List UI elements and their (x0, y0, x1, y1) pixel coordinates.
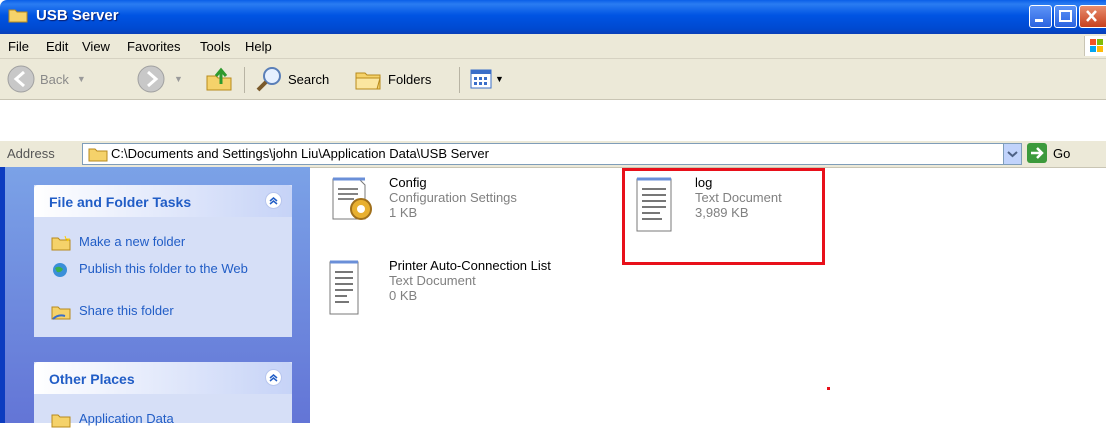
window-border (0, 167, 5, 423)
maximize-icon (1059, 10, 1072, 22)
folder-icon (88, 148, 108, 162)
views-button[interactable]: ▼ (469, 59, 504, 99)
views-dropdown-icon: ▼ (495, 74, 504, 84)
menu-view[interactable]: View (82, 39, 110, 54)
address-bar: Address C:\Documents and Settings\john L… (0, 140, 1106, 168)
search-button[interactable]: Search (254, 59, 329, 99)
file-type: Configuration Settings (389, 190, 517, 205)
file-type: Text Document (389, 273, 476, 288)
new-folder-icon (51, 235, 71, 251)
file-name: Printer Auto-Connection List (389, 258, 551, 273)
file-item-config[interactable]: Config Configuration Settings 1 KB (327, 175, 517, 223)
config-settings-icon (332, 177, 372, 220)
text-document-icon (329, 260, 359, 315)
menu-favorites[interactable]: Favorites (127, 39, 180, 54)
file-item-printer-list[interactable]: Printer Auto-Connection List Text Docume… (327, 258, 551, 316)
close-button[interactable] (1079, 5, 1106, 28)
menu-file[interactable]: File (8, 39, 29, 54)
address-input[interactable]: C:\Documents and Settings\john Liu\Appli… (82, 143, 1022, 165)
publish-folder-link[interactable]: Publish this folder to the Web (51, 262, 271, 278)
file-folder-tasks-panel: File and Folder Tasks Make a new folder … (34, 185, 292, 337)
minimize-button[interactable] (1029, 5, 1052, 28)
up-folder-button[interactable] (204, 59, 234, 99)
back-dropdown-icon[interactable]: ▼ (77, 74, 86, 84)
forward-arrow-icon (137, 65, 165, 93)
up-folder-icon (206, 67, 232, 91)
address-label: Address (7, 146, 55, 161)
menu-help[interactable]: Help (245, 39, 272, 54)
menu-edit[interactable]: Edit (46, 39, 68, 54)
annotation-dot (827, 387, 830, 390)
chevron-down-icon (1007, 151, 1018, 158)
highlight-box (622, 168, 825, 265)
other-places-panel: Other Places Application Data (34, 362, 292, 428)
share-folder-icon (51, 306, 71, 320)
application-data-link[interactable]: Application Data (51, 412, 174, 428)
folders-label: Folders (388, 71, 432, 87)
toolbar: Back ▼ ▼ Search Folders ▼ (0, 59, 1106, 100)
back-arrow-icon (7, 65, 35, 93)
address-dropdown-button[interactable] (1003, 144, 1021, 164)
panel-title: Other Places (49, 371, 135, 387)
search-icon (256, 67, 281, 92)
panel-title: File and Folder Tasks (49, 194, 192, 210)
folders-button[interactable]: Folders (353, 59, 431, 99)
forward-button[interactable]: ▼ (136, 59, 183, 99)
folder-icon (51, 414, 71, 428)
menu-tools[interactable]: Tools (200, 39, 230, 54)
back-label: Back (40, 71, 69, 87)
toolbar-separator (459, 67, 460, 93)
panel-header[interactable]: Other Places (34, 362, 292, 394)
globe-icon (53, 263, 67, 277)
folder-icon (8, 9, 28, 23)
close-icon (1086, 10, 1097, 22)
go-arrow-icon (1027, 143, 1047, 163)
minimize-icon (1035, 19, 1043, 22)
file-size: 1 KB (389, 205, 418, 220)
share-folder-link[interactable]: Share this folder (51, 304, 174, 320)
go-button[interactable]: Go (1027, 143, 1070, 163)
windows-logo-icon (1084, 36, 1106, 56)
collapse-chevron-icon[interactable] (265, 192, 282, 209)
file-name: Config (389, 175, 427, 190)
folders-icon (355, 72, 381, 90)
file-info: Config Configuration Settings 1 KB (389, 175, 517, 223)
back-button[interactable]: Back ▼ (6, 59, 86, 99)
menu-bar: File Edit View Favorites Tools Help (0, 34, 1106, 59)
collapse-chevron-icon[interactable] (265, 369, 282, 386)
window-title: USB Server (36, 7, 119, 24)
toolbar-separator (244, 67, 245, 93)
maximize-button[interactable] (1054, 5, 1077, 28)
file-size: 0 KB (389, 288, 418, 303)
search-label: Search (288, 71, 330, 87)
title-bar: USB Server (0, 0, 1106, 34)
panel-header[interactable]: File and Folder Tasks (34, 185, 292, 217)
go-label: Go (1053, 145, 1071, 161)
forward-dropdown-icon[interactable]: ▼ (174, 74, 183, 84)
make-new-folder-link[interactable]: Make a new folder (51, 235, 185, 251)
file-info: Printer Auto-Connection List Text Docume… (389, 258, 551, 316)
views-icon (470, 69, 492, 89)
address-path: C:\Documents and Settings\john Liu\Appli… (111, 146, 489, 161)
